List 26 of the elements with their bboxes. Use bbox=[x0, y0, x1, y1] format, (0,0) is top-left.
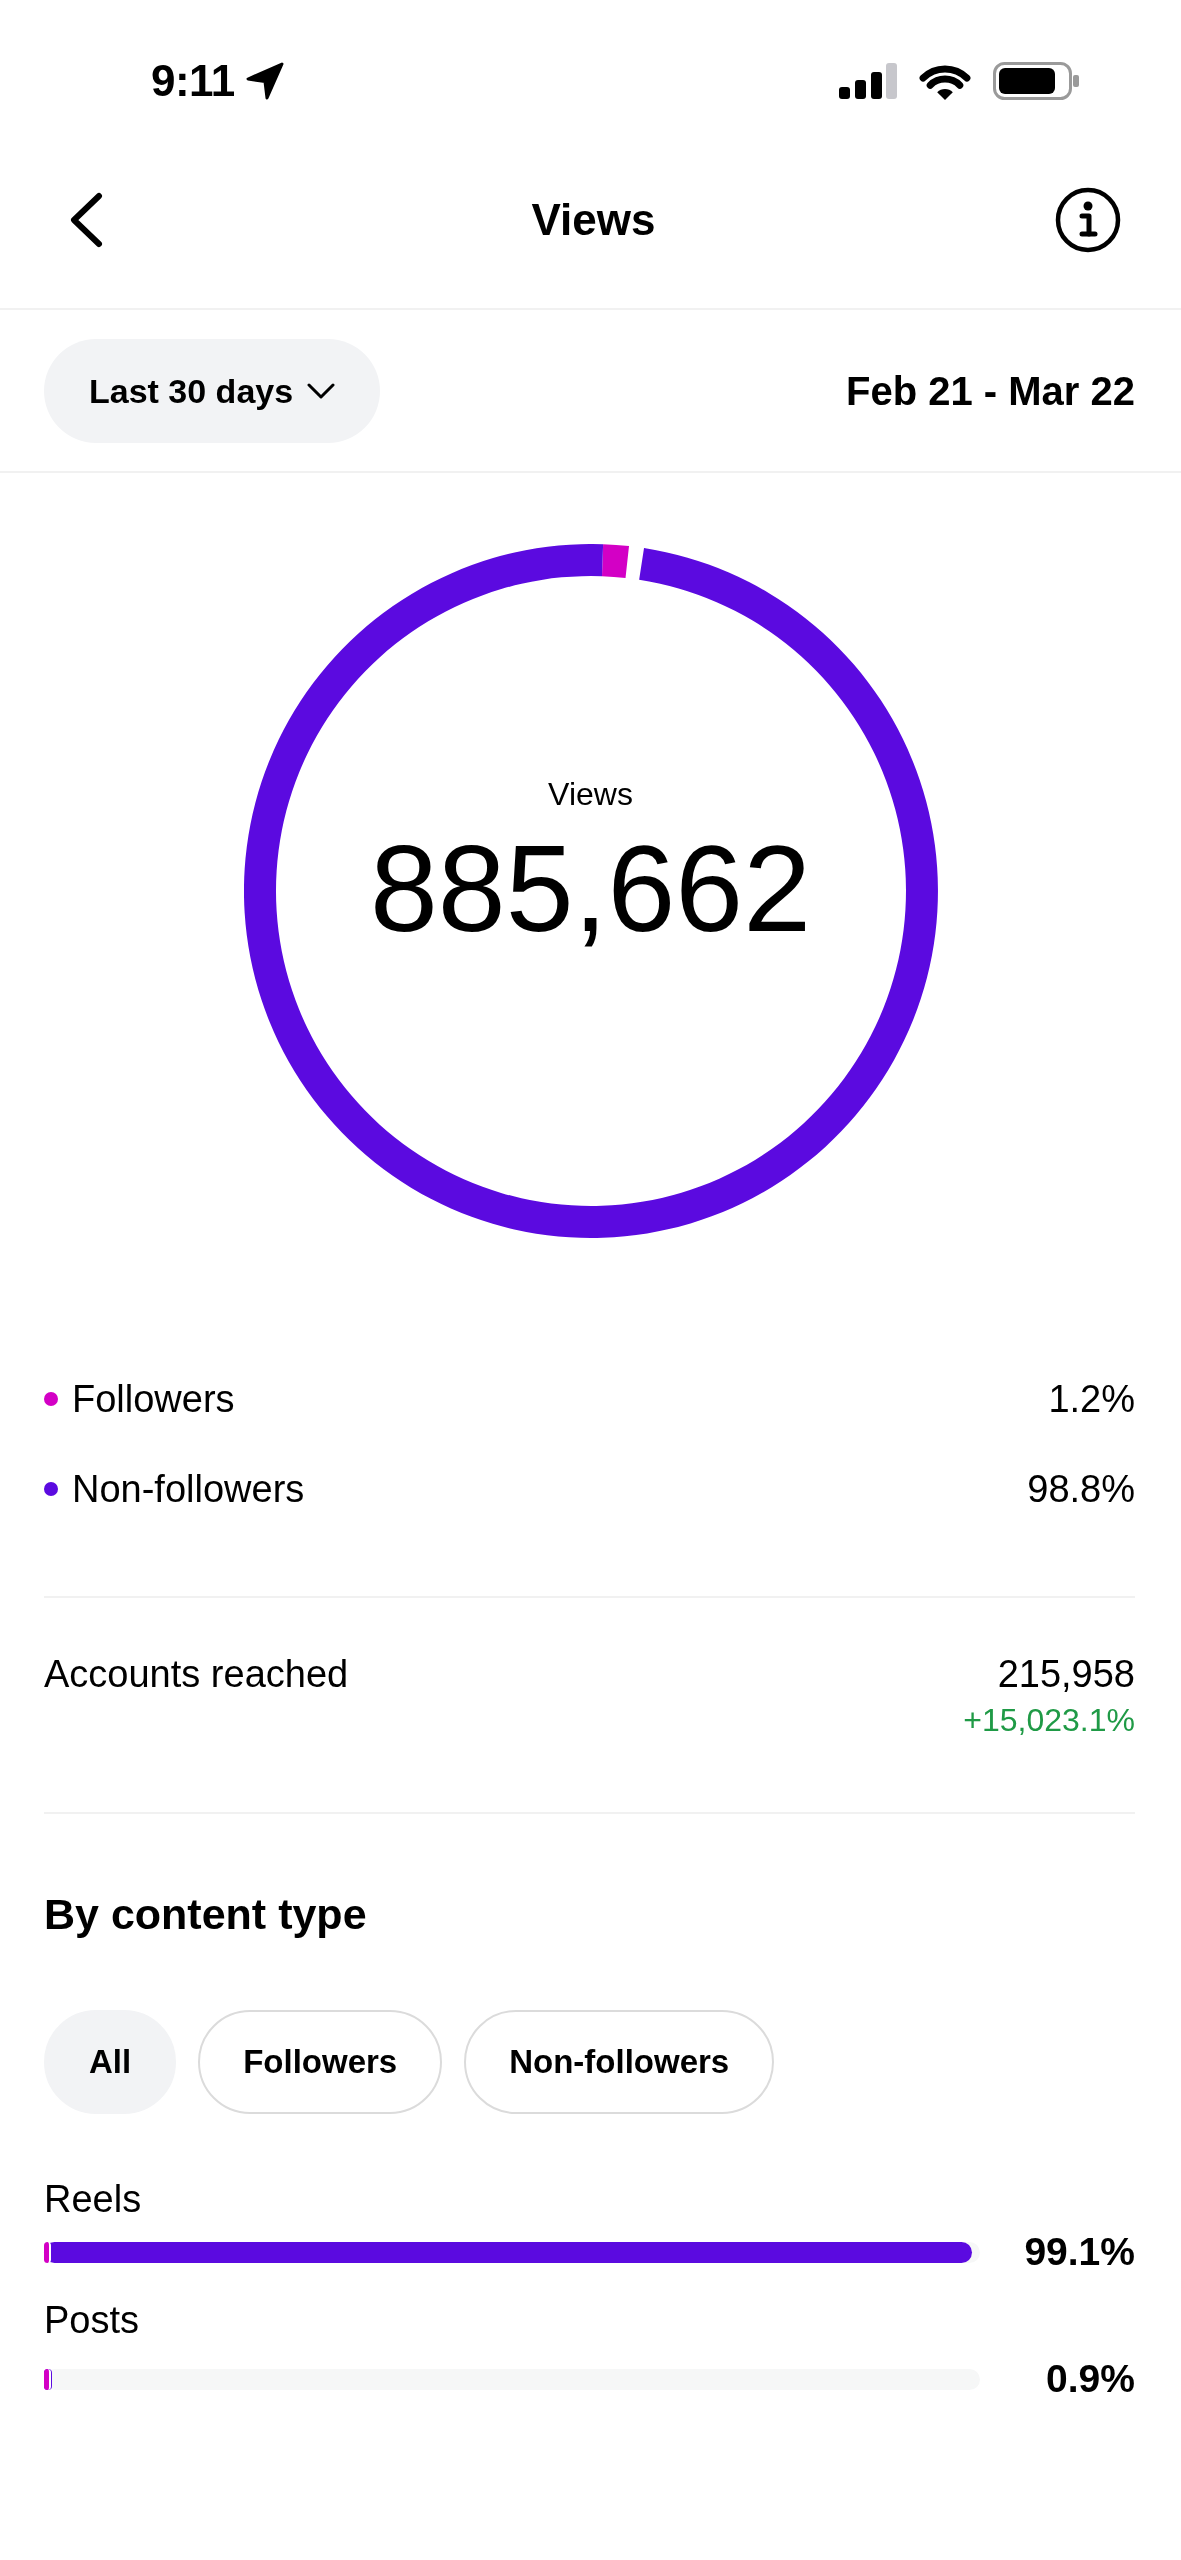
legend-label: Non-followers bbox=[72, 1467, 305, 1512]
legend-value: 1.2% bbox=[1048, 1377, 1135, 1422]
filter-chip[interactable]: Non-followers bbox=[464, 2010, 775, 2114]
metric-change: +15,023.1% bbox=[963, 1701, 1135, 1740]
legend-label: Followers bbox=[72, 1377, 235, 1422]
legend-value: 98.8% bbox=[1027, 1467, 1135, 1512]
section-title: By content type bbox=[44, 1889, 368, 1940]
info-icon[interactable] bbox=[1055, 187, 1121, 253]
chart-title: Views bbox=[548, 775, 633, 814]
row-value: 99.1% bbox=[1024, 2228, 1135, 2275]
filter-chip[interactable]: Followers bbox=[198, 2010, 443, 2114]
signal-icon bbox=[839, 63, 897, 99]
battery-icon bbox=[993, 62, 1079, 100]
date-range: Feb 21 - Mar 22 bbox=[846, 368, 1135, 415]
location-arrow-icon bbox=[244, 61, 285, 101]
row-label: Posts bbox=[44, 2298, 141, 2343]
metric-value: 215,958 bbox=[997, 1652, 1135, 1697]
period-dropdown[interactable]: Last 30 days bbox=[44, 339, 381, 443]
metric-label: Accounts reached bbox=[44, 1652, 349, 1697]
status-time: 9:11 bbox=[151, 59, 235, 103]
total-views: 885,662 bbox=[370, 824, 811, 954]
page-title: Views bbox=[531, 194, 656, 246]
filter-chip[interactable]: All bbox=[44, 2010, 177, 2114]
row-value: 0.9% bbox=[1046, 2355, 1135, 2402]
chevron-down-icon bbox=[307, 383, 336, 399]
row-label: Reels bbox=[44, 2177, 143, 2222]
